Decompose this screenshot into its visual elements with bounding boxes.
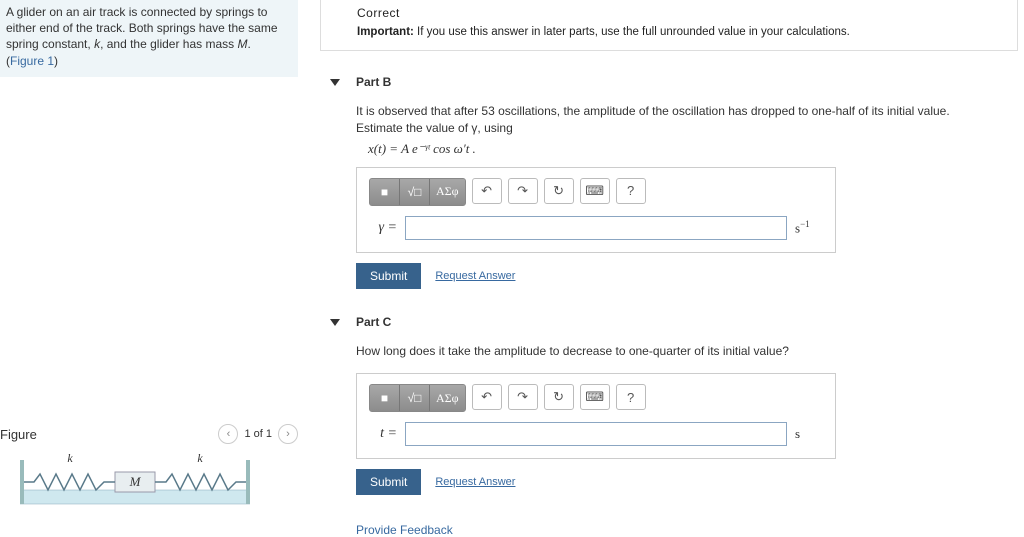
- sqrt-icon[interactable]: √□: [400, 179, 430, 205]
- submit-button[interactable]: Submit: [356, 469, 421, 495]
- figure-prev-button[interactable]: ‹: [218, 424, 238, 444]
- gamma-input[interactable]: [405, 216, 787, 240]
- equation-toolbar: ■ √□ ΑΣφ ↶ ↷ ↻ ⌨ ?: [369, 384, 823, 412]
- figure-panel-header: Figure ‹ 1 of 1 ›: [0, 424, 298, 444]
- keyboard-icon[interactable]: ⌨: [580, 178, 610, 204]
- part-b-prompt: It is observed that after 53 oscillation…: [356, 103, 980, 137]
- template-icon[interactable]: ■: [370, 385, 400, 411]
- part-b: Part B It is observed that after 53 osci…: [320, 69, 1018, 289]
- sqrt-icon[interactable]: √□: [400, 385, 430, 411]
- provide-feedback-link[interactable]: Provide Feedback: [356, 523, 453, 537]
- problem-statement: A glider on an air track is connected by…: [0, 0, 298, 77]
- part-a-feedback: Correct Important: If you use this answe…: [320, 0, 1018, 51]
- figure-k-right: k: [197, 451, 203, 465]
- part-b-equation: x(t) = A e⁻ᵞᵗ cos ω′t .: [368, 141, 980, 157]
- redo-icon[interactable]: ↷: [508, 384, 538, 410]
- keyboard-icon[interactable]: ⌨: [580, 384, 610, 410]
- undo-icon[interactable]: ↶: [472, 178, 502, 204]
- figure-title: Figure: [0, 427, 218, 442]
- part-c-prompt: How long does it take the amplitude to d…: [356, 343, 980, 360]
- submit-button[interactable]: Submit: [356, 263, 421, 289]
- collapse-icon[interactable]: [330, 79, 340, 86]
- reset-icon[interactable]: ↻: [544, 384, 574, 410]
- figure-diagram: M k k: [20, 450, 250, 513]
- gamma-label: γ =: [369, 220, 397, 236]
- figure-mass-label: M: [129, 474, 142, 489]
- help-icon[interactable]: ?: [616, 178, 646, 204]
- figure-link[interactable]: Figure 1: [10, 54, 54, 68]
- figure-k-left: k: [67, 451, 73, 465]
- undo-icon[interactable]: ↶: [472, 384, 502, 410]
- reset-icon[interactable]: ↻: [544, 178, 574, 204]
- collapse-icon[interactable]: [330, 319, 340, 326]
- t-label: t =: [369, 426, 397, 442]
- part-b-title: Part B: [356, 75, 391, 89]
- figure-next-button[interactable]: ›: [278, 424, 298, 444]
- redo-icon[interactable]: ↷: [508, 178, 538, 204]
- greek-icon[interactable]: ΑΣφ: [430, 179, 465, 205]
- equation-toolbar: ■ √□ ΑΣφ ↶ ↷ ↻ ⌨ ?: [369, 178, 823, 206]
- part-c-answer-panel: ■ √□ ΑΣφ ↶ ↷ ↻ ⌨ ? t = s: [356, 373, 836, 459]
- gamma-unit: s−1: [795, 219, 823, 236]
- figure-count: 1 of 1: [244, 428, 272, 440]
- help-icon[interactable]: ?: [616, 384, 646, 410]
- greek-icon[interactable]: ΑΣφ: [430, 385, 465, 411]
- template-icon[interactable]: ■: [370, 179, 400, 205]
- t-unit: s: [795, 426, 823, 442]
- part-c: Part C How long does it take the amplitu…: [320, 309, 1018, 496]
- request-answer-link[interactable]: Request Answer: [435, 476, 515, 488]
- t-input[interactable]: [405, 422, 787, 446]
- request-answer-link[interactable]: Request Answer: [435, 270, 515, 282]
- part-c-title: Part C: [356, 315, 391, 329]
- part-b-answer-panel: ■ √□ ΑΣφ ↶ ↷ ↻ ⌨ ? γ = s−1: [356, 167, 836, 253]
